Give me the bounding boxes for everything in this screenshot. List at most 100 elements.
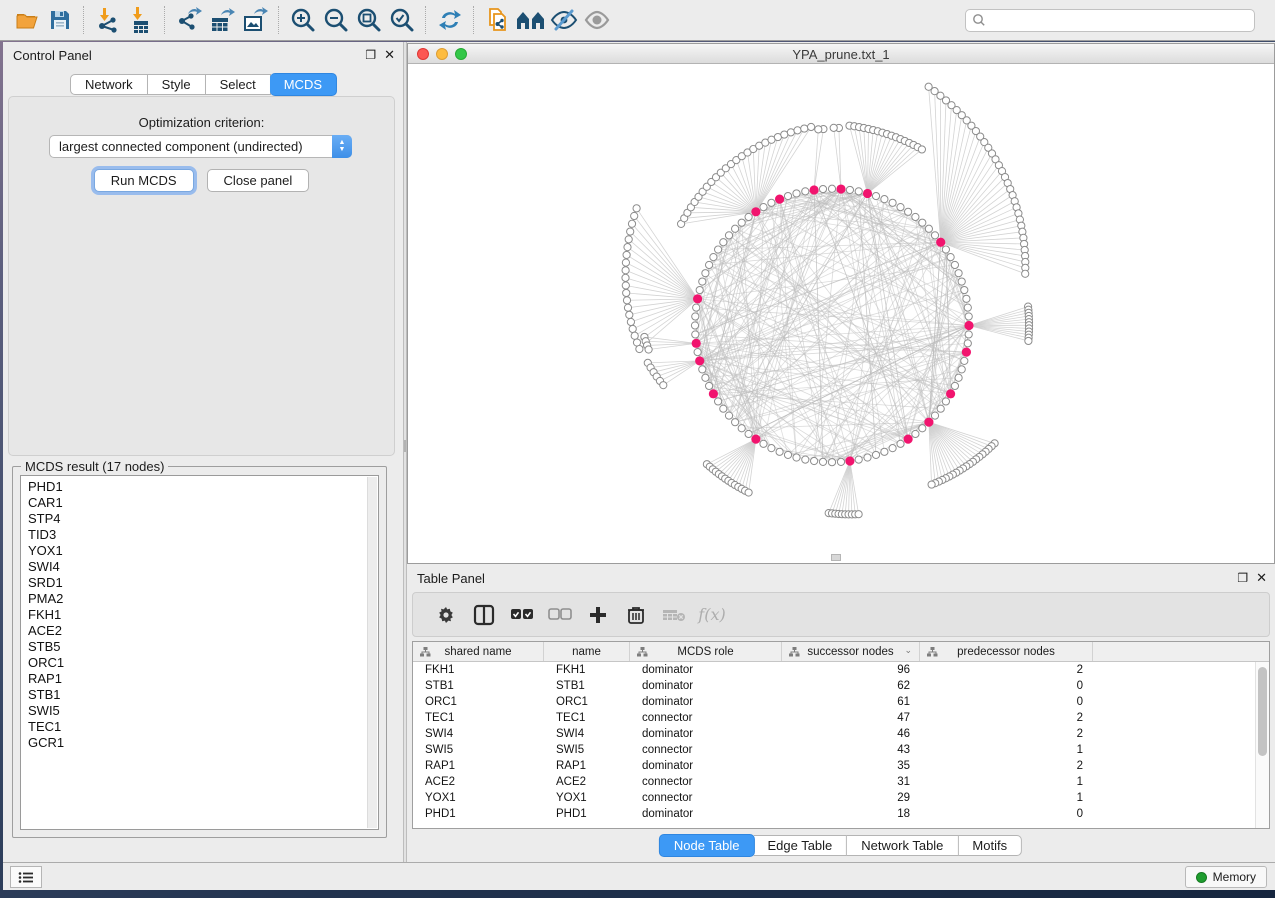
network-ring-node[interactable] xyxy=(881,448,888,455)
network-ring-node[interactable] xyxy=(802,188,809,195)
network-mcds-hub-node[interactable] xyxy=(692,339,701,348)
close-panel-icon[interactable]: ✕ xyxy=(384,47,395,63)
network-ring-node[interactable] xyxy=(784,192,791,199)
mcds-result-item[interactable]: ACE2 xyxy=(28,623,378,639)
network-ring-node[interactable] xyxy=(693,304,700,311)
save-session-icon[interactable] xyxy=(43,4,76,37)
network-leaf-node[interactable] xyxy=(629,325,636,332)
mcds-result-item[interactable]: TID3 xyxy=(28,527,378,543)
network-leaf-node[interactable] xyxy=(636,345,643,352)
network-ring-node[interactable] xyxy=(760,440,767,447)
column-header-shared-name[interactable]: shared name xyxy=(413,642,544,661)
splitter-grip[interactable] xyxy=(404,440,406,452)
network-ring-node[interactable] xyxy=(919,219,926,226)
network-ring-node[interactable] xyxy=(912,430,919,437)
network-ring-node[interactable] xyxy=(965,331,972,338)
network-ring-node[interactable] xyxy=(745,213,752,220)
function-builder-icon[interactable]: f(x) xyxy=(693,600,731,630)
export-image-icon[interactable] xyxy=(238,4,271,37)
network-ring-node[interactable] xyxy=(958,366,965,373)
table-row-PHD1[interactable]: PHD1PHD1dominator180 xyxy=(413,806,1269,822)
memory-button[interactable]: Memory xyxy=(1185,866,1267,888)
network-leaf-node[interactable] xyxy=(928,481,935,488)
tab-select[interactable]: Select xyxy=(206,74,271,95)
network-leaf-node[interactable] xyxy=(627,318,634,325)
network-ring-node[interactable] xyxy=(793,454,800,461)
network-leaf-node[interactable] xyxy=(626,311,633,318)
network-mcds-hub-node[interactable] xyxy=(936,238,945,247)
open-session-icon[interactable] xyxy=(10,4,43,37)
table-row-ACE2[interactable]: ACE2ACE2connector311 xyxy=(413,774,1269,790)
network-leaf-node[interactable] xyxy=(815,126,822,133)
mcds-result-item[interactable]: CAR1 xyxy=(28,495,378,511)
network-ring-node[interactable] xyxy=(864,454,871,461)
network-ring-node[interactable] xyxy=(710,254,717,261)
optimization-criterion-select[interactable]: largest connected component (undirected)… xyxy=(49,135,352,158)
mcds-result-item[interactable]: STP4 xyxy=(28,511,378,527)
network-ring-node[interactable] xyxy=(931,232,938,239)
network-mcds-hub-node[interactable] xyxy=(751,207,760,216)
select-all-rows-icon[interactable] xyxy=(503,600,541,630)
network-ring-node[interactable] xyxy=(951,382,958,389)
network-window-titlebar[interactable]: YPA_prune.txt_1 xyxy=(408,44,1274,64)
refresh-layout-icon[interactable] xyxy=(433,4,466,37)
network-mcds-hub-node[interactable] xyxy=(845,456,854,465)
network-mcds-hub-node[interactable] xyxy=(946,389,955,398)
show-graphics-details-icon[interactable] xyxy=(580,4,613,37)
table-row-SWI5[interactable]: SWI5SWI5connector431 xyxy=(413,742,1269,758)
network-leaf-node[interactable] xyxy=(1025,337,1032,344)
network-ring-node[interactable] xyxy=(760,204,767,211)
network-leaf-node[interactable] xyxy=(855,511,862,518)
network-ring-node[interactable] xyxy=(696,286,703,293)
network-leaf-node[interactable] xyxy=(622,259,629,266)
network-leaf-node[interactable] xyxy=(801,125,808,132)
network-ring-node[interactable] xyxy=(819,458,826,465)
network-ring-node[interactable] xyxy=(691,322,698,329)
network-ring-node[interactable] xyxy=(768,445,775,452)
mcds-result-item[interactable]: STB1 xyxy=(28,687,378,703)
network-leaf-node[interactable] xyxy=(1022,270,1029,277)
table-row-YOX1[interactable]: YOX1YOX1connector291 xyxy=(413,790,1269,806)
network-ring-node[interactable] xyxy=(706,261,713,268)
network-ring-node[interactable] xyxy=(942,246,949,253)
network-mcds-hub-node[interactable] xyxy=(751,435,760,444)
network-ring-node[interactable] xyxy=(699,366,706,373)
network-ring-node[interactable] xyxy=(725,232,732,239)
table-row-FKH1[interactable]: FKH1FKH1dominator962 xyxy=(413,662,1269,678)
import-table-icon[interactable] xyxy=(124,4,157,37)
network-leaf-node[interactable] xyxy=(622,274,629,281)
network-ring-node[interactable] xyxy=(942,398,949,405)
network-ring-node[interactable] xyxy=(694,349,701,356)
network-ring-node[interactable] xyxy=(905,208,912,215)
network-leaf-node[interactable] xyxy=(660,382,667,389)
deselect-all-rows-icon[interactable] xyxy=(541,600,579,630)
mcds-result-item[interactable]: TEC1 xyxy=(28,719,378,735)
mcds-result-item[interactable]: SWI5 xyxy=(28,703,378,719)
network-ring-node[interactable] xyxy=(846,186,853,193)
network-ring-node[interactable] xyxy=(955,270,962,277)
column-header-name[interactable]: name xyxy=(544,642,630,661)
tab-edge-table[interactable]: Edge Table xyxy=(753,835,847,856)
network-leaf-node[interactable] xyxy=(622,282,629,289)
network-leaf-node[interactable] xyxy=(787,129,794,136)
network-ring-node[interactable] xyxy=(715,398,722,405)
network-leaf-node[interactable] xyxy=(627,228,634,235)
float-panel-icon[interactable]: ❐ xyxy=(365,48,376,62)
tab-motifs[interactable]: Motifs xyxy=(958,835,1022,856)
mcds-result-item[interactable]: SRD1 xyxy=(28,575,378,591)
network-ring-node[interactable] xyxy=(964,304,971,311)
add-column-icon[interactable] xyxy=(579,600,617,630)
zoom-selected-icon[interactable] xyxy=(385,4,418,37)
network-ring-node[interactable] xyxy=(931,412,938,419)
zoom-fit-icon[interactable] xyxy=(352,4,385,37)
network-ring-node[interactable] xyxy=(965,313,972,320)
network-mcds-hub-node[interactable] xyxy=(964,321,973,330)
network-ring-node[interactable] xyxy=(732,225,739,232)
node-table[interactable]: shared namenameMCDS rolesuccessor nodes⌄… xyxy=(412,641,1270,829)
network-ring-node[interactable] xyxy=(961,357,968,364)
network-leaf-node[interactable] xyxy=(625,236,632,243)
tab-mcds[interactable]: MCDS xyxy=(270,73,337,96)
import-network-icon[interactable] xyxy=(91,4,124,37)
tab-network[interactable]: Network xyxy=(70,74,148,95)
network-ring-node[interactable] xyxy=(961,286,968,293)
